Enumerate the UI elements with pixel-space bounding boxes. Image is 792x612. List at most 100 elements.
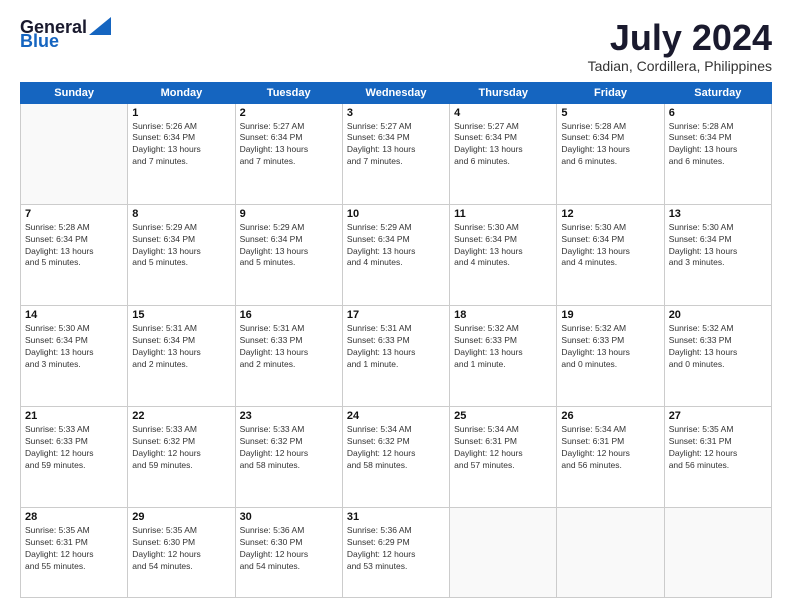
table-row: 1 Sunrise: 5:26 AM Sunset: 6:34 PM Daylig… — [128, 103, 235, 204]
day-number: 16 — [240, 309, 338, 321]
day-number: 11 — [454, 208, 552, 220]
header: General Blue July 2024 Tadian, Cordiller… — [20, 18, 772, 74]
day-info: Sunrise: 5:33 AM Sunset: 6:32 PM Dayligh… — [240, 424, 338, 472]
col-tuesday: Tuesday — [235, 82, 342, 103]
day-info: Sunrise: 5:35 AM Sunset: 6:31 PM Dayligh… — [25, 525, 123, 573]
table-row: 10 Sunrise: 5:29 AM Sunset: 6:34 PM Dayli… — [342, 204, 449, 305]
day-info: Sunrise: 5:34 AM Sunset: 6:31 PM Dayligh… — [454, 424, 552, 472]
calendar-header-row: Sunday Monday Tuesday Wednesday Thursday… — [21, 82, 772, 103]
table-row: 26 Sunrise: 5:34 AM Sunset: 6:31 PM Dayli… — [557, 407, 664, 508]
logo: General Blue — [20, 18, 111, 50]
col-monday: Monday — [128, 82, 235, 103]
day-info: Sunrise: 5:32 AM Sunset: 6:33 PM Dayligh… — [454, 323, 552, 371]
table-row: 23 Sunrise: 5:33 AM Sunset: 6:32 PM Dayli… — [235, 407, 342, 508]
day-number: 23 — [240, 410, 338, 422]
day-number: 12 — [561, 208, 659, 220]
col-sunday: Sunday — [21, 82, 128, 103]
day-info: Sunrise: 5:33 AM Sunset: 6:33 PM Dayligh… — [25, 424, 123, 472]
table-row: 22 Sunrise: 5:33 AM Sunset: 6:32 PM Dayli… — [128, 407, 235, 508]
day-info: Sunrise: 5:26 AM Sunset: 6:34 PM Dayligh… — [132, 121, 230, 169]
day-info: Sunrise: 5:30 AM Sunset: 6:34 PM Dayligh… — [454, 222, 552, 270]
day-info: Sunrise: 5:27 AM Sunset: 6:34 PM Dayligh… — [347, 121, 445, 169]
table-row: 28 Sunrise: 5:35 AM Sunset: 6:31 PM Dayli… — [21, 508, 128, 598]
day-info: Sunrise: 5:35 AM Sunset: 6:31 PM Dayligh… — [669, 424, 767, 472]
col-saturday: Saturday — [664, 82, 771, 103]
day-info: Sunrise: 5:31 AM Sunset: 6:33 PM Dayligh… — [240, 323, 338, 371]
day-number: 13 — [669, 208, 767, 220]
day-info: Sunrise: 5:30 AM Sunset: 6:34 PM Dayligh… — [669, 222, 767, 270]
day-number: 29 — [132, 511, 230, 523]
day-number: 27 — [669, 410, 767, 422]
day-info: Sunrise: 5:33 AM Sunset: 6:32 PM Dayligh… — [132, 424, 230, 472]
day-number: 24 — [347, 410, 445, 422]
day-number: 6 — [669, 107, 767, 119]
table-row: 20 Sunrise: 5:32 AM Sunset: 6:33 PM Dayli… — [664, 305, 771, 406]
day-info: Sunrise: 5:30 AM Sunset: 6:34 PM Dayligh… — [25, 323, 123, 371]
day-info: Sunrise: 5:36 AM Sunset: 6:30 PM Dayligh… — [240, 525, 338, 573]
day-number: 30 — [240, 511, 338, 523]
day-number: 7 — [25, 208, 123, 220]
table-row: 7 Sunrise: 5:28 AM Sunset: 6:34 PM Daylig… — [21, 204, 128, 305]
logo-icon — [89, 17, 111, 35]
day-number: 28 — [25, 511, 123, 523]
day-info: Sunrise: 5:30 AM Sunset: 6:34 PM Dayligh… — [561, 222, 659, 270]
day-info: Sunrise: 5:29 AM Sunset: 6:34 PM Dayligh… — [132, 222, 230, 270]
table-row — [557, 508, 664, 598]
day-number: 14 — [25, 309, 123, 321]
day-number: 20 — [669, 309, 767, 321]
table-row: 27 Sunrise: 5:35 AM Sunset: 6:31 PM Dayli… — [664, 407, 771, 508]
day-number: 9 — [240, 208, 338, 220]
table-row: 9Sunrise: 5:29 AM Sunset: 6:34 PM Daylig… — [235, 204, 342, 305]
table-row: 12 Sunrise: 5:30 AM Sunset: 6:34 PM Dayli… — [557, 204, 664, 305]
table-row: 4 Sunrise: 5:27 AM Sunset: 6:34 PM Daylig… — [450, 103, 557, 204]
day-number: 31 — [347, 511, 445, 523]
day-info: Sunrise: 5:29 AM Sunset: 6:34 PM Dayligh… — [347, 222, 445, 270]
table-row: 29 Sunrise: 5:35 AM Sunset: 6:30 PM Dayli… — [128, 508, 235, 598]
title-block: July 2024 Tadian, Cordillera, Philippine… — [588, 18, 772, 74]
day-info: Sunrise: 5:32 AM Sunset: 6:33 PM Dayligh… — [669, 323, 767, 371]
day-number: 3 — [347, 107, 445, 119]
day-number: 17 — [347, 309, 445, 321]
day-number: 19 — [561, 309, 659, 321]
day-number: 10 — [347, 208, 445, 220]
day-info: Sunrise: 5:28 AM Sunset: 6:34 PM Dayligh… — [561, 121, 659, 169]
col-thursday: Thursday — [450, 82, 557, 103]
table-row: 25 Sunrise: 5:34 AM Sunset: 6:31 PM Dayli… — [450, 407, 557, 508]
table-row: 3 Sunrise: 5:27 AM Sunset: 6:34 PM Daylig… — [342, 103, 449, 204]
day-number: 26 — [561, 410, 659, 422]
day-info: Sunrise: 5:32 AM Sunset: 6:33 PM Dayligh… — [561, 323, 659, 371]
day-info: Sunrise: 5:31 AM Sunset: 6:33 PM Dayligh… — [347, 323, 445, 371]
day-info: Sunrise: 5:36 AM Sunset: 6:29 PM Dayligh… — [347, 525, 445, 573]
day-info: Sunrise: 5:34 AM Sunset: 6:32 PM Dayligh… — [347, 424, 445, 472]
table-row: 24 Sunrise: 5:34 AM Sunset: 6:32 PM Dayli… — [342, 407, 449, 508]
table-row: 18Sunrise: 5:32 AM Sunset: 6:33 PM Dayli… — [450, 305, 557, 406]
day-info: Sunrise: 5:28 AM Sunset: 6:34 PM Dayligh… — [669, 121, 767, 169]
col-wednesday: Wednesday — [342, 82, 449, 103]
table-row — [21, 103, 128, 204]
table-row: 6 Sunrise: 5:28 AM Sunset: 6:34 PM Daylig… — [664, 103, 771, 204]
day-info: Sunrise: 5:27 AM Sunset: 6:34 PM Dayligh… — [454, 121, 552, 169]
calendar-table: Sunday Monday Tuesday Wednesday Thursday… — [20, 82, 772, 598]
table-row: 14 Sunrise: 5:30 AM Sunset: 6:34 PM Dayli… — [21, 305, 128, 406]
table-row — [450, 508, 557, 598]
location: Tadian, Cordillera, Philippines — [588, 58, 772, 74]
day-info: Sunrise: 5:31 AM Sunset: 6:34 PM Dayligh… — [132, 323, 230, 371]
day-number: 25 — [454, 410, 552, 422]
day-info: Sunrise: 5:34 AM Sunset: 6:31 PM Dayligh… — [561, 424, 659, 472]
day-number: 4 — [454, 107, 552, 119]
table-row: 8Sunrise: 5:29 AM Sunset: 6:34 PM Daylig… — [128, 204, 235, 305]
day-number: 22 — [132, 410, 230, 422]
day-number: 1 — [132, 107, 230, 119]
table-row: 2Sunrise: 5:27 AM Sunset: 6:34 PM Daylig… — [235, 103, 342, 204]
day-number: 5 — [561, 107, 659, 119]
page: General Blue July 2024 Tadian, Cordiller… — [0, 0, 792, 612]
table-row — [664, 508, 771, 598]
day-info: Sunrise: 5:28 AM Sunset: 6:34 PM Dayligh… — [25, 222, 123, 270]
table-row: 16 Sunrise: 5:31 AM Sunset: 6:33 PM Dayli… — [235, 305, 342, 406]
table-row: 19 Sunrise: 5:32 AM Sunset: 6:33 PM Dayli… — [557, 305, 664, 406]
table-row: 5 Sunrise: 5:28 AM Sunset: 6:34 PM Daylig… — [557, 103, 664, 204]
day-number: 15 — [132, 309, 230, 321]
table-row: 31 Sunrise: 5:36 AM Sunset: 6:29 PM Dayli… — [342, 508, 449, 598]
day-info: Sunrise: 5:35 AM Sunset: 6:30 PM Dayligh… — [132, 525, 230, 573]
logo-blue-text: Blue — [20, 32, 59, 50]
